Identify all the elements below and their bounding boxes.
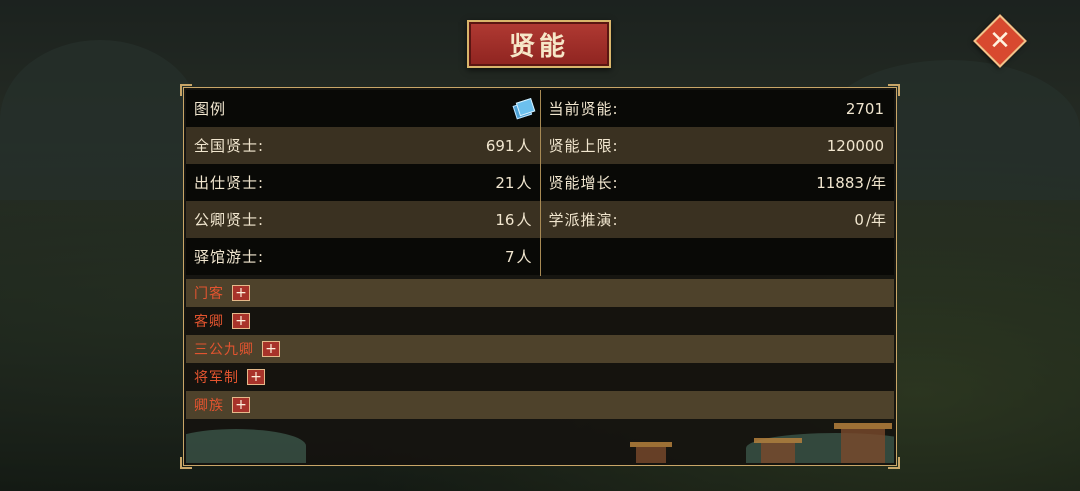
decor-building bbox=[636, 447, 666, 463]
expand-button[interactable]: + bbox=[232, 397, 250, 413]
empty-stat-row bbox=[540, 238, 894, 275]
background-mountain bbox=[0, 40, 200, 200]
category-list: 门客 + 客卿 + 三公九卿 + 将军制 + 卿族 + bbox=[186, 279, 894, 419]
stat-label: 当前贤能: bbox=[548, 100, 619, 118]
category-item-sangong[interactable]: 三公九卿 + bbox=[186, 335, 894, 363]
category-item-jiangjun[interactable]: 将军制 + bbox=[186, 363, 894, 391]
decor-roof bbox=[754, 438, 802, 443]
decor-building bbox=[761, 443, 795, 463]
category-label: 客卿 bbox=[194, 314, 224, 330]
stat-value: 120000 bbox=[826, 136, 884, 155]
stat-row: 贤能增长: 11883/年 bbox=[540, 164, 894, 201]
stat-value: 21 bbox=[495, 173, 515, 192]
stat-value: 2701 bbox=[845, 99, 884, 118]
category-item-keqing[interactable]: 客卿 + bbox=[186, 307, 894, 335]
stat-label: 出仕贤士: bbox=[194, 174, 265, 192]
book-icon[interactable] bbox=[511, 97, 535, 119]
stat-unit: 人 bbox=[516, 211, 532, 229]
stat-unit: 人 bbox=[516, 248, 532, 266]
stat-value: 7 bbox=[504, 247, 515, 266]
category-item-menke[interactable]: 门客 + bbox=[186, 279, 894, 307]
stat-unit: 人 bbox=[516, 174, 532, 192]
category-label: 将军制 bbox=[194, 370, 239, 386]
decor-hill bbox=[186, 429, 306, 463]
category-label: 三公九卿 bbox=[194, 342, 254, 358]
stat-label: 学派推演: bbox=[548, 211, 619, 229]
stat-row: 公卿贤士: 16 人 bbox=[186, 201, 540, 238]
title-plaque: 贤能 bbox=[467, 20, 611, 68]
talent-panel: 图例 全国贤士: 691 人 出仕贤士: 21 人 公卿贤士: 16 人 驿馆游士: … bbox=[180, 84, 900, 469]
legend-label: 图例 bbox=[194, 100, 227, 118]
decor-roof bbox=[834, 423, 892, 429]
stat-row: 学派推演: 0/年 bbox=[540, 201, 894, 238]
stats-left-column: 图例 全国贤士: 691 人 出仕贤士: 21 人 公卿贤士: 16 人 驿馆游士: … bbox=[186, 90, 541, 276]
page-title: 贤能 bbox=[508, 31, 569, 62]
stat-row: 出仕贤士: 21 人 bbox=[186, 164, 540, 201]
stat-label: 贤能增长: bbox=[548, 174, 619, 192]
stat-label: 贤能上限: bbox=[548, 137, 619, 155]
stat-value: 16 bbox=[495, 210, 515, 229]
decor-roof bbox=[630, 442, 672, 447]
stat-row: 驿馆游士: 7人 bbox=[186, 238, 540, 275]
expand-button[interactable]: + bbox=[232, 285, 250, 301]
stat-unit: 人 bbox=[516, 137, 532, 155]
stat-row: 贤能上限: 120000 bbox=[540, 127, 894, 164]
decor-building bbox=[841, 429, 885, 463]
category-item-qingzu[interactable]: 卿族 + bbox=[186, 391, 894, 419]
stat-value: 691 bbox=[485, 136, 515, 155]
stat-value: 11883 bbox=[816, 173, 864, 192]
expand-button[interactable]: + bbox=[262, 341, 280, 357]
stat-row: 全国贤士: 691 人 bbox=[186, 127, 540, 164]
stats-right-column: 当前贤能: 2701 贤能上限: 120000 贤能增长: 11883/年 学派… bbox=[540, 90, 894, 276]
category-label: 门客 bbox=[194, 286, 224, 302]
stat-label: 公卿贤士: bbox=[194, 211, 265, 229]
expand-button[interactable]: + bbox=[247, 369, 265, 385]
stats-grid: 图例 全国贤士: 691 人 出仕贤士: 21 人 公卿贤士: 16 人 驿馆游士: … bbox=[186, 90, 894, 276]
stat-unit: /年 bbox=[865, 211, 886, 229]
stat-row: 当前贤能: 2701 bbox=[540, 90, 894, 127]
stat-label: 驿馆游士: bbox=[194, 248, 265, 266]
category-label: 卿族 bbox=[194, 398, 224, 414]
panel-scenery-decoration bbox=[186, 421, 894, 463]
close-icon: ✕ bbox=[989, 26, 1011, 56]
legend-row: 图例 bbox=[186, 90, 540, 127]
stat-label: 全国贤士: bbox=[194, 137, 265, 155]
stat-unit: /年 bbox=[865, 174, 886, 192]
expand-button[interactable]: + bbox=[232, 313, 250, 329]
stat-value: 0 bbox=[854, 210, 864, 229]
